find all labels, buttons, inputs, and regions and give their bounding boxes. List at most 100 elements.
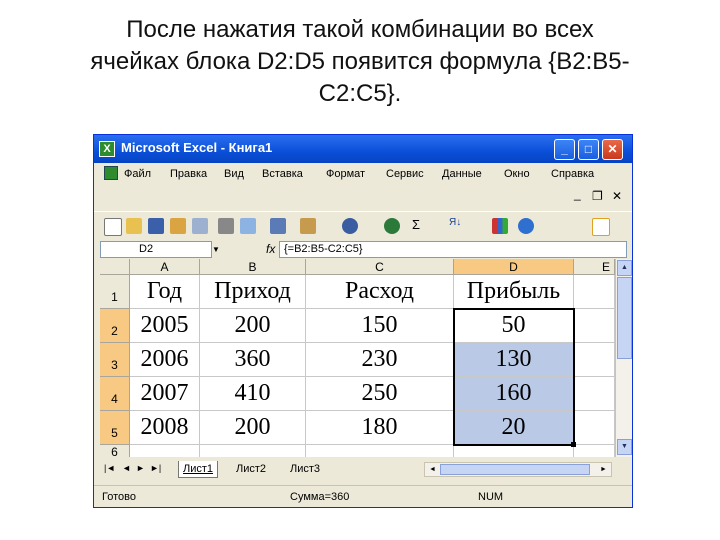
- cell-a6[interactable]: [130, 445, 200, 457]
- prev-sheet-icon[interactable]: ◄: [122, 463, 131, 473]
- menu-view[interactable]: Вид: [224, 168, 244, 180]
- open-icon[interactable]: [126, 218, 142, 234]
- col-header-a[interactable]: A: [130, 259, 200, 275]
- formula-input[interactable]: {=B2:B5-C2:C5}: [279, 241, 627, 258]
- align-center-icon[interactable]: [592, 218, 610, 236]
- cell-a3[interactable]: 2006: [130, 343, 200, 377]
- vertical-scrollbar[interactable]: ▲ ▼: [615, 259, 632, 457]
- cell-b1[interactable]: Приход: [200, 275, 306, 309]
- menu-edit[interactable]: Правка: [170, 168, 207, 180]
- row-header-6[interactable]: 6: [100, 445, 130, 457]
- row-header-2[interactable]: 2: [100, 309, 130, 343]
- next-sheet-icon[interactable]: ►: [136, 463, 145, 473]
- autosum-icon[interactable]: Σ: [412, 217, 420, 232]
- hyperlink-icon[interactable]: [384, 218, 400, 234]
- tab-sheet2[interactable]: Лист2: [232, 461, 270, 477]
- cell-e2[interactable]: [574, 309, 615, 343]
- window-title: Microsoft Excel - Книга1: [121, 140, 273, 155]
- undo-icon[interactable]: [342, 218, 358, 234]
- save-icon[interactable]: [148, 218, 164, 234]
- cell-b3[interactable]: 360: [200, 343, 306, 377]
- menu-window[interactable]: Окно: [504, 168, 530, 180]
- menu-format[interactable]: Формат: [326, 168, 365, 180]
- permission-icon[interactable]: [170, 218, 186, 234]
- cell-b4[interactable]: 410: [200, 377, 306, 411]
- cell-d5[interactable]: 20: [454, 411, 574, 445]
- doc-restore-button[interactable]: ❐: [592, 189, 603, 203]
- scroll-down-icon[interactable]: ▼: [617, 439, 632, 455]
- col-header-b[interactable]: B: [200, 259, 306, 275]
- horizontal-scrollbar[interactable]: ◄ ►: [424, 462, 612, 477]
- worksheet-grid[interactable]: A B C D E 1 2 3 4 5 6 Год Приход Расход …: [100, 259, 615, 457]
- sort-ascending-icon[interactable]: Я↓: [449, 217, 461, 228]
- cell-a4[interactable]: 2007: [130, 377, 200, 411]
- row-header-3[interactable]: 3: [100, 343, 130, 377]
- scroll-left-icon[interactable]: ◄: [426, 463, 439, 476]
- email-icon[interactable]: [192, 218, 208, 234]
- col-header-e[interactable]: E: [574, 259, 615, 275]
- vertical-scroll-thumb[interactable]: [617, 277, 632, 359]
- col-header-d[interactable]: D: [454, 259, 574, 275]
- last-sheet-icon[interactable]: ►|: [150, 463, 161, 473]
- status-bar: Готово Сумма=360 NUM: [94, 485, 632, 508]
- cell-c5[interactable]: 180: [306, 411, 454, 445]
- research-icon[interactable]: [270, 218, 286, 234]
- name-box-dropdown-icon[interactable]: ▼: [212, 245, 220, 254]
- cell-c4[interactable]: 250: [306, 377, 454, 411]
- col-header-c[interactable]: C: [306, 259, 454, 275]
- tab-sheet3[interactable]: Лист3: [286, 461, 324, 477]
- doc-minimize-button[interactable]: _: [574, 187, 581, 201]
- doc-close-button[interactable]: ✕: [612, 189, 622, 203]
- cell-d4[interactable]: 160: [454, 377, 574, 411]
- cell-c2[interactable]: 150: [306, 309, 454, 343]
- cell-e5[interactable]: [574, 411, 615, 445]
- cell-e4[interactable]: [574, 377, 615, 411]
- row-header-4[interactable]: 4: [100, 377, 130, 411]
- horizontal-scroll-thumb[interactable]: [440, 464, 590, 475]
- cell-b2[interactable]: 200: [200, 309, 306, 343]
- menu-tools[interactable]: Сервис: [386, 168, 424, 180]
- menu-bar: Файл Правка Вид Вставка Формат Сервис Да…: [94, 163, 632, 203]
- cell-e6[interactable]: [574, 445, 615, 457]
- help-icon[interactable]: [518, 218, 534, 234]
- tab-sheet1[interactable]: Лист1: [178, 461, 219, 478]
- cell-d3[interactable]: 130: [454, 343, 574, 377]
- name-box[interactable]: D2: [100, 241, 212, 258]
- insert-function-icon[interactable]: fx: [266, 242, 275, 256]
- cell-a5[interactable]: 2008: [130, 411, 200, 445]
- minimize-button[interactable]: _: [554, 139, 575, 160]
- row-header-1[interactable]: 1: [100, 275, 130, 309]
- menu-insert[interactable]: Вставка: [262, 168, 303, 180]
- scroll-right-icon[interactable]: ►: [597, 463, 610, 476]
- select-all-corner[interactable]: [100, 259, 130, 275]
- scroll-up-icon[interactable]: ▲: [617, 260, 632, 276]
- cell-b6[interactable]: [200, 445, 306, 457]
- cell-d6[interactable]: [454, 445, 574, 457]
- new-icon[interactable]: [104, 218, 122, 236]
- cell-c6[interactable]: [306, 445, 454, 457]
- cell-d1[interactable]: Прибыль: [454, 275, 574, 309]
- excel-app-icon[interactable]: X: [99, 141, 115, 157]
- cell-b5[interactable]: 200: [200, 411, 306, 445]
- menu-data[interactable]: Данные: [442, 168, 482, 180]
- cell-d2[interactable]: 50: [454, 309, 574, 343]
- menu-help[interactable]: Справка: [551, 168, 594, 180]
- fill-handle[interactable]: [571, 442, 576, 447]
- cell-a1[interactable]: Год: [130, 275, 200, 309]
- cell-c1[interactable]: Расход: [306, 275, 454, 309]
- maximize-button[interactable]: □: [578, 139, 599, 160]
- cell-a2[interactable]: 2005: [130, 309, 200, 343]
- chart-icon[interactable]: [492, 218, 508, 234]
- cell-e3[interactable]: [574, 343, 615, 377]
- row-header-5[interactable]: 5: [100, 411, 130, 445]
- print-icon[interactable]: [218, 218, 234, 234]
- menu-file[interactable]: Файл: [124, 168, 151, 180]
- preview-icon[interactable]: [240, 218, 256, 234]
- first-sheet-icon[interactable]: |◄: [104, 463, 115, 473]
- paste-icon[interactable]: [300, 218, 316, 234]
- workbook-icon[interactable]: [104, 166, 118, 180]
- cell-e1[interactable]: [574, 275, 615, 309]
- title-bar[interactable]: X Microsoft Excel - Книга1 _ □ ✕: [94, 135, 632, 163]
- cell-c3[interactable]: 230: [306, 343, 454, 377]
- close-button[interactable]: ✕: [602, 139, 623, 160]
